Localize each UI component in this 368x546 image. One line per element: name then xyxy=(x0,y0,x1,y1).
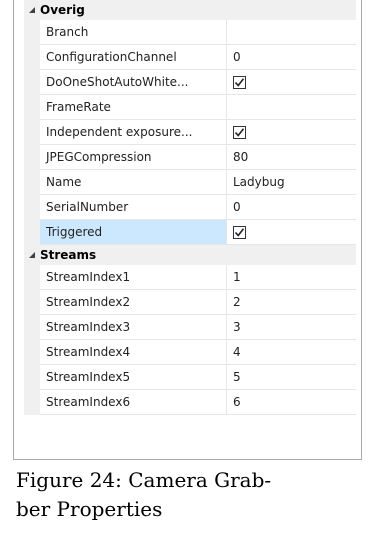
property-value[interactable] xyxy=(227,70,356,95)
property-name[interactable]: StreamIndex5 xyxy=(40,365,227,390)
property-row[interactable]: StreamIndex4 4 xyxy=(24,340,356,365)
row-margin xyxy=(24,145,40,170)
property-name[interactable]: ConfigurationChannel xyxy=(40,45,227,70)
row-margin xyxy=(24,45,40,70)
row-margin xyxy=(24,315,40,340)
property-name[interactable]: JPEGCompression xyxy=(40,145,227,170)
row-margin xyxy=(24,340,40,365)
property-value[interactable]: 5 xyxy=(227,365,356,390)
caption-line-1: Figure 24: Camera Grab- xyxy=(16,468,272,492)
property-row[interactable]: ConfigurationChannel 0 xyxy=(24,45,356,70)
property-value[interactable] xyxy=(227,95,356,120)
property-name[interactable]: StreamIndex1 xyxy=(40,265,227,290)
property-row[interactable]: StreamIndex3 3 xyxy=(24,315,356,340)
row-margin xyxy=(24,120,40,145)
property-value[interactable] xyxy=(227,20,356,45)
row-margin xyxy=(24,20,40,45)
property-value[interactable]: 2 xyxy=(227,290,356,315)
property-grid: Overig Branch ConfigurationChannel 0 DoOneSh… xyxy=(24,0,356,415)
property-value[interactable]: Ladybug xyxy=(227,170,356,195)
row-margin xyxy=(24,95,40,120)
property-value[interactable]: 3 xyxy=(227,315,356,340)
property-name[interactable]: StreamIndex6 xyxy=(40,390,227,415)
property-row[interactable]: StreamIndex2 2 xyxy=(24,290,356,315)
category-header-streams[interactable]: Streams xyxy=(24,245,356,265)
collapse-triangle-icon[interactable] xyxy=(24,6,40,14)
property-row[interactable]: SerialNumber 0 xyxy=(24,195,356,220)
property-name[interactable]: StreamIndex4 xyxy=(40,340,227,365)
checkbox[interactable] xyxy=(233,75,246,89)
property-name[interactable]: FrameRate xyxy=(40,95,227,120)
property-name[interactable]: DoOneShotAutoWhite... xyxy=(40,70,227,95)
row-margin xyxy=(24,170,40,195)
category-title: Overig xyxy=(40,3,85,17)
property-value[interactable]: 6 xyxy=(227,390,356,415)
property-value[interactable] xyxy=(227,220,356,245)
property-name[interactable]: Branch xyxy=(40,20,227,45)
checkbox[interactable] xyxy=(233,225,246,239)
row-margin xyxy=(24,365,40,390)
property-value[interactable]: 0 xyxy=(227,45,356,70)
property-value[interactable]: 80 xyxy=(227,145,356,170)
checkmark-icon xyxy=(234,77,245,87)
property-name[interactable]: SerialNumber xyxy=(40,195,227,220)
row-margin xyxy=(24,195,40,220)
property-name[interactable]: StreamIndex3 xyxy=(40,315,227,340)
property-value[interactable]: 4 xyxy=(227,340,356,365)
caption-line-2: ber Properties xyxy=(16,497,163,521)
property-row[interactable]: Branch xyxy=(24,20,356,45)
figure-caption: Figure 24: Camera Grab- ber Properties xyxy=(16,466,356,524)
property-row[interactable]: StreamIndex1 1 xyxy=(24,265,356,290)
property-row[interactable]: Name Ladybug xyxy=(24,170,356,195)
property-row[interactable]: JPEGCompression 80 xyxy=(24,145,356,170)
property-grid-frame: Overig Branch ConfigurationChannel 0 DoOneSh… xyxy=(13,0,362,460)
row-margin xyxy=(24,390,40,415)
row-margin xyxy=(24,70,40,95)
row-margin xyxy=(24,220,40,245)
property-row[interactable]: FrameRate xyxy=(24,95,356,120)
checkbox[interactable] xyxy=(233,125,246,139)
property-row[interactable]: DoOneShotAutoWhite... xyxy=(24,70,356,95)
property-name[interactable]: Triggered xyxy=(40,220,227,245)
property-value[interactable]: 0 xyxy=(227,195,356,220)
property-name[interactable]: Independent exposure... xyxy=(40,120,227,145)
property-row[interactable]: Independent exposure... xyxy=(24,120,356,145)
property-value[interactable] xyxy=(227,120,356,145)
property-name[interactable]: Name xyxy=(40,170,227,195)
property-row[interactable]: StreamIndex6 6 xyxy=(24,390,356,415)
collapse-triangle-icon[interactable] xyxy=(24,251,40,259)
category-title: Streams xyxy=(40,248,97,262)
row-margin xyxy=(24,265,40,290)
property-name[interactable]: StreamIndex2 xyxy=(40,290,227,315)
category-header-overig[interactable]: Overig xyxy=(24,0,356,20)
property-value[interactable]: 1 xyxy=(227,265,356,290)
checkmark-icon xyxy=(234,227,245,237)
row-margin xyxy=(24,290,40,315)
property-row[interactable]: Triggered xyxy=(24,220,356,245)
property-row[interactable]: StreamIndex5 5 xyxy=(24,365,356,390)
checkmark-icon xyxy=(234,127,245,137)
